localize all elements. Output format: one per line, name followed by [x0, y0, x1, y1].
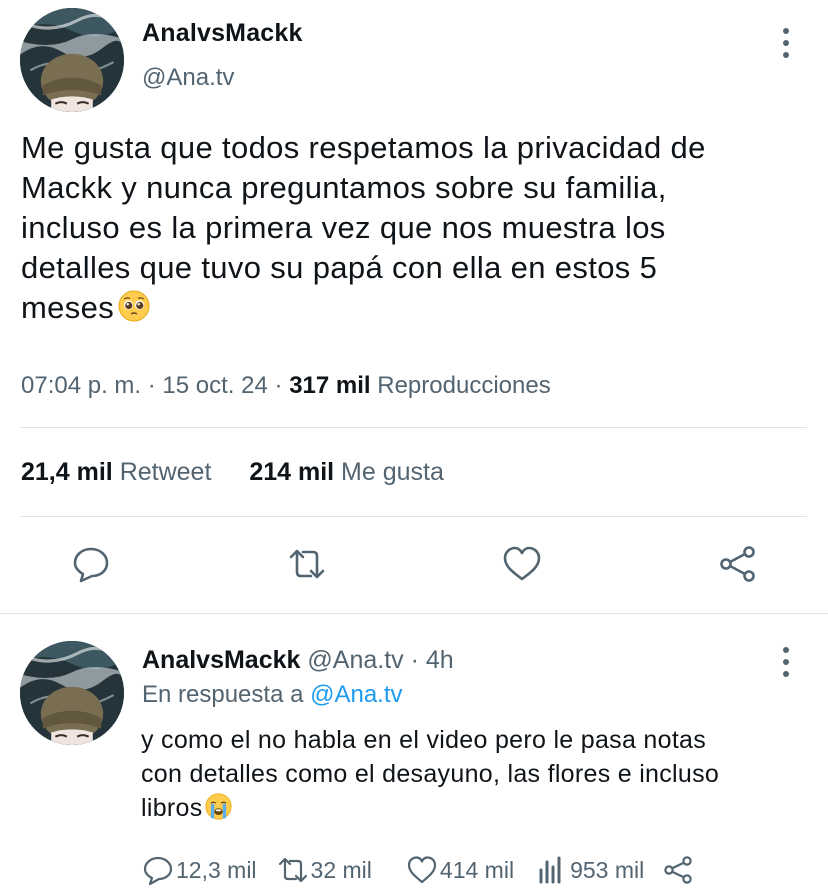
avatar[interactable] [20, 8, 124, 112]
retweet-count: 32 mil [310, 856, 372, 883]
divider [0, 613, 828, 614]
tweet-time[interactable]: 07:04 p. m. [21, 372, 141, 399]
tweet-date[interactable]: 15 oct. 24 [162, 372, 267, 399]
views-count: 317 mil [289, 372, 371, 399]
reply-icon [143, 856, 173, 886]
pleading-face-icon [118, 290, 150, 322]
retweet-count-button[interactable]: 32 mil [277, 854, 372, 886]
display-name[interactable]: AnalvsMackk [142, 19, 303, 48]
like-icon[interactable] [502, 544, 542, 584]
reply-count-button[interactable]: 12,3 mil [142, 854, 257, 886]
likes-count[interactable]: 214 mil [249, 458, 334, 486]
views-icon [539, 856, 561, 884]
tweet-text-line: detalles que tuvo su papá con ella en es… [21, 250, 658, 285]
reply-age[interactable]: 4h [426, 646, 454, 674]
divider [21, 516, 807, 517]
loudly-crying-face-icon [204, 793, 232, 820]
tweet-text-line: Mackk y nunca preguntamos sobre su famil… [21, 170, 667, 205]
reply-text-line: y como el no habla en el video pero le p… [141, 726, 707, 754]
share-icon [664, 856, 692, 884]
reply-text: y como el no habla en el video pero le p… [141, 723, 821, 825]
like-count-button[interactable]: 414 mil [406, 854, 514, 886]
reply-header: AnalvsMackk @Ana.tv · 4h [142, 646, 454, 675]
tweet-text-line: Me gusta que todos respetamos la privaci… [21, 130, 706, 165]
like-icon [407, 856, 437, 884]
reply-text-line: libros [141, 794, 203, 822]
handle[interactable]: @Ana.tv [142, 64, 234, 92]
handle[interactable]: @Ana.tv [307, 646, 403, 674]
engagement-stats: 21,4 mil Retweet 214 mil Me gusta [21, 458, 444, 487]
retweet-icon[interactable] [287, 544, 327, 584]
in-reply-handle-link[interactable]: @Ana.tv [310, 681, 402, 708]
separator-dot: · [147, 372, 163, 399]
separator-dot: · [274, 372, 290, 399]
in-reply-to: En respuesta a @Ana.tv [142, 681, 403, 709]
reply-count: 12,3 mil [176, 856, 257, 883]
divider [21, 427, 807, 428]
display-name[interactable]: AnalvsMackk [142, 646, 300, 674]
retweets-count[interactable]: 21,4 mil [21, 458, 113, 486]
retweet-icon [278, 857, 307, 883]
tweet-text-line: incluso es la primera vez que nos muestr… [21, 210, 666, 245]
in-reply-prefix: En respuesta a [142, 681, 304, 708]
reply-icon[interactable] [71, 544, 111, 584]
reply-text-line: con detalles como el desayuno, las flore… [141, 760, 720, 788]
share-button[interactable] [662, 854, 694, 886]
more-options-icon[interactable] [779, 647, 793, 677]
like-count: 414 mil [439, 856, 515, 883]
views-label: Reproducciones [377, 372, 551, 399]
more-options-icon[interactable] [779, 28, 793, 58]
share-icon[interactable] [718, 544, 758, 584]
avatar[interactable] [20, 641, 124, 745]
retweets-label[interactable]: Retweet [120, 458, 212, 486]
separator-dot: · [410, 646, 419, 674]
reply-action-bar: 12,3 mil 32 mil 414 mil 953 mil [142, 852, 694, 888]
views-count: 953 mil [570, 856, 645, 883]
tweet-meta: 07:04 p. m. · 15 oct. 24 · 317 mil Repro… [21, 372, 551, 400]
tweet-text: Me gusta que todos respetamos la privaci… [21, 128, 821, 328]
tweet-text-line: meses [21, 290, 115, 325]
likes-label[interactable]: Me gusta [341, 458, 444, 486]
views-count-button[interactable]: 953 mil [536, 854, 644, 886]
